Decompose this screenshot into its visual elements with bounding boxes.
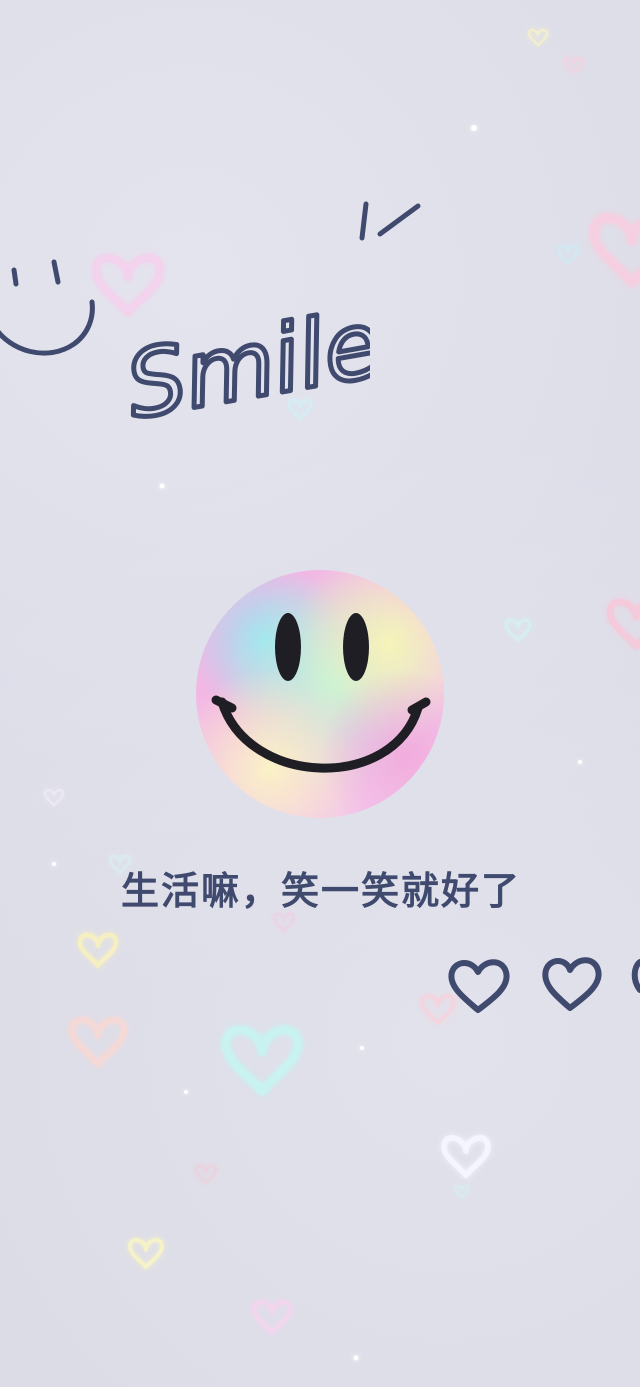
rainbow-smiley-face-icon (196, 570, 444, 818)
caption-text: 生活嘛，笑一笑就好了 (120, 869, 521, 913)
left-eye (275, 613, 301, 681)
phone-wallpaper: Smile 生活嘛，笑一笑就好了 (0, 0, 640, 1387)
right-eye (343, 613, 369, 681)
